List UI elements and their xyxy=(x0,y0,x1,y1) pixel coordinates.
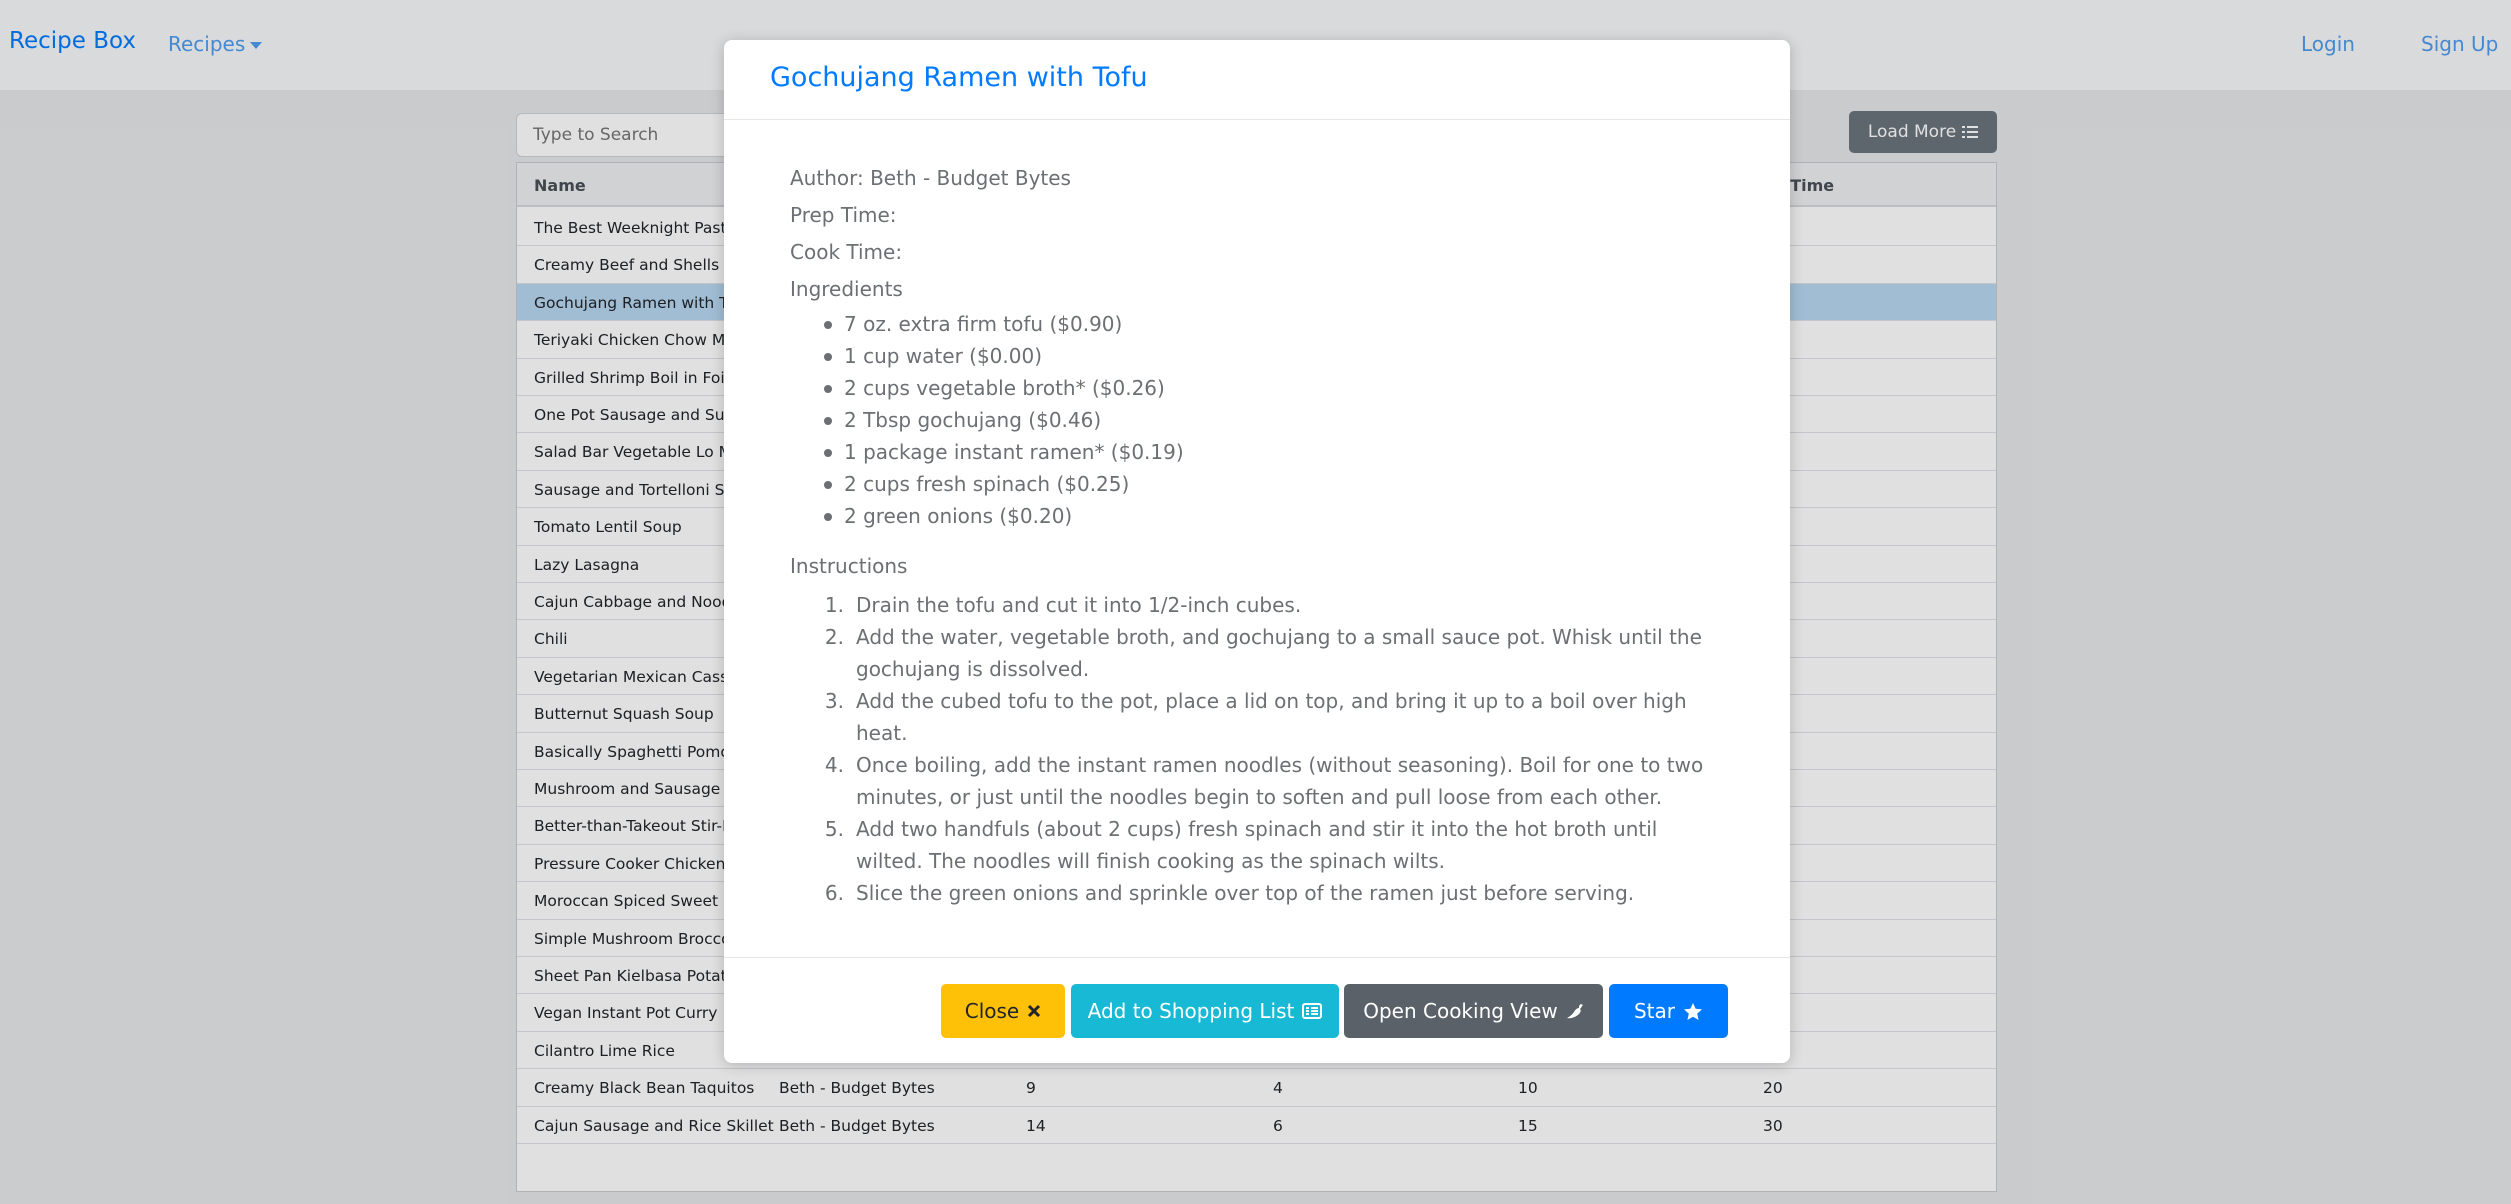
instruction-step-text: Add two handfuls (about 2 cups) fresh sp… xyxy=(856,817,1658,873)
ingredient-item: 2 Tbsp gochujang ($0.46) xyxy=(824,404,1730,436)
open-cooking-view-button[interactable]: Open Cooking View xyxy=(1344,984,1603,1038)
star-button-label: Star xyxy=(1633,999,1675,1023)
ingredient-item: 7 oz. extra firm tofu ($0.90) xyxy=(824,308,1730,340)
ingredient-item: 1 cup water ($0.00) xyxy=(824,340,1730,372)
star-icon xyxy=(1683,1002,1703,1021)
instruction-step: 2. Add the water, vegetable broth, and go… xyxy=(822,621,1730,685)
times-icon xyxy=(1027,1004,1041,1018)
instruction-step: 6. Slice the green onions and sprinkle ov… xyxy=(822,877,1730,909)
pepper-icon xyxy=(1566,1002,1584,1020)
instruction-step-number: 5. xyxy=(824,817,844,841)
recipe-prep-time: Prep Time: xyxy=(790,203,897,227)
ingredient-item: 2 cups vegetable broth* ($0.26) xyxy=(824,372,1730,404)
instructions-list: 1. Drain the tofu and cut it into 1/2-inc… xyxy=(822,589,1730,909)
instruction-step-number: 3. xyxy=(824,689,844,713)
instruction-step-text: Once boiling, add the instant ramen nood… xyxy=(856,753,1704,809)
modal-title: Gochujang Ramen with Tofu xyxy=(770,62,1148,93)
instruction-step-text: Add the water, vegetable broth, and goch… xyxy=(856,625,1702,681)
modal-header: Gochujang Ramen with Tofu xyxy=(724,40,1790,120)
recipe-author: Author: Beth - Budget Bytes xyxy=(790,166,1071,190)
instruction-step-number: 4. xyxy=(824,753,844,777)
close-button[interactable]: Close xyxy=(941,984,1065,1038)
ingredients-heading: Ingredients xyxy=(790,277,903,301)
close-button-label: Close xyxy=(964,999,1020,1023)
recipe-modal: Gochujang Ramen with Tofu Author: Beth -… xyxy=(724,40,1790,1063)
instruction-step: 3. Add the cubed tofu to the pot, place a… xyxy=(822,685,1730,749)
ingredients-list: 7 oz. extra firm tofu ($0.90) 1 cup water… xyxy=(824,308,1730,532)
instruction-step-text: Drain the tofu and cut it into 1/2-inch … xyxy=(856,593,1302,617)
ingredient-item: 2 green onions ($0.20) xyxy=(824,500,1730,532)
instruction-step-text: Slice the green onions and sprinkle over… xyxy=(856,881,1635,905)
add-to-shopping-list-button[interactable]: Add to Shopping List xyxy=(1071,984,1339,1038)
instruction-step: 5. Add two handfuls (about 2 cups) fresh … xyxy=(822,813,1730,877)
modal-body: Author: Beth - Budget Bytes Prep Time: C… xyxy=(790,160,1730,909)
instruction-step-number: 6. xyxy=(824,881,844,905)
shopping-button-label: Add to Shopping List xyxy=(1087,999,1295,1023)
instruction-step: 4. Once boiling, add the instant ramen no… xyxy=(822,749,1730,813)
star-button[interactable]: Star xyxy=(1609,984,1728,1038)
modal-footer: Close Add to Shopping List Open Cooking … xyxy=(724,957,1790,1063)
recipe-cook-time: Cook Time: xyxy=(790,240,903,264)
ingredient-item: 2 cups fresh spinach ($0.25) xyxy=(824,468,1730,500)
instruction-step-number: 2. xyxy=(824,625,844,649)
instructions-heading: Instructions xyxy=(790,554,908,578)
cooking-button-label: Open Cooking View xyxy=(1363,999,1558,1023)
instruction-step: 1. Drain the tofu and cut it into 1/2-inc… xyxy=(822,589,1730,621)
instruction-step-number: 1. xyxy=(824,593,844,617)
instruction-step-text: Add the cubed tofu to the pot, place a l… xyxy=(856,689,1687,745)
list-alt-icon xyxy=(1302,1003,1323,1019)
ingredient-item: 1 package instant ramen* ($0.19) xyxy=(824,436,1730,468)
